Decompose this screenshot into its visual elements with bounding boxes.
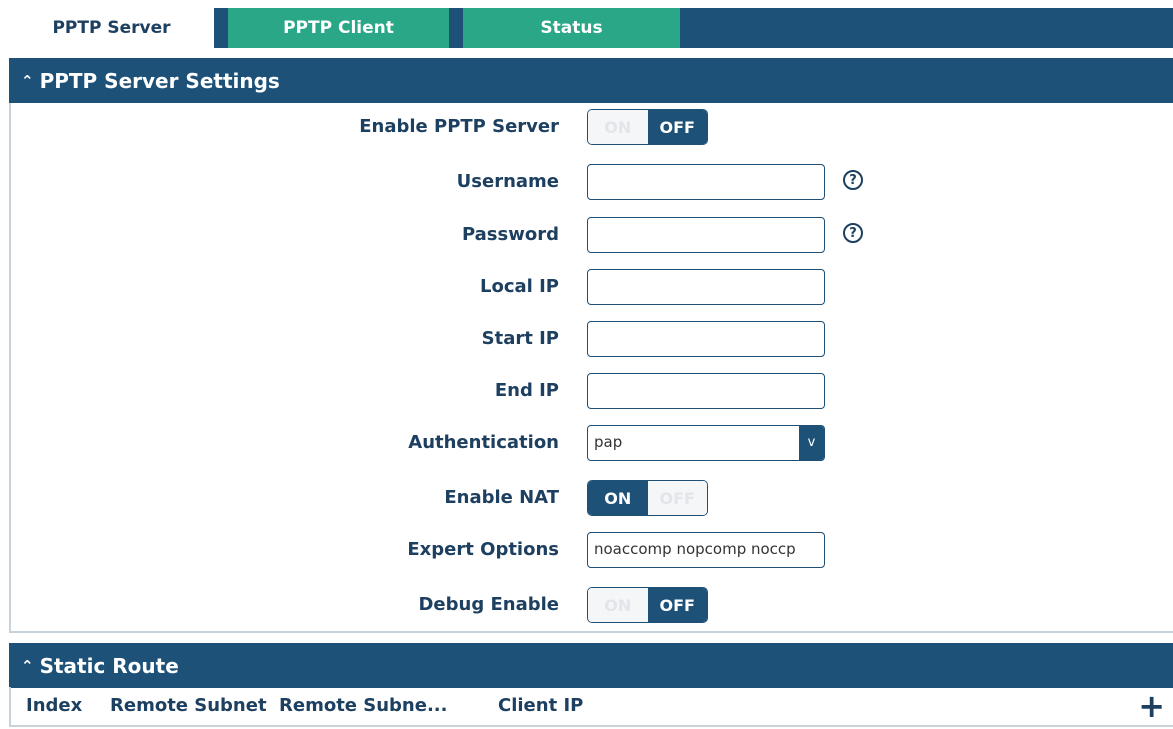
section-header-static-route[interactable]: ⌃ Static Route — [9, 643, 1173, 688]
row-username: Username ? — [0, 162, 1173, 202]
enable-nat-toggle[interactable]: ON OFF — [587, 480, 708, 516]
column-header-client-ip: Client IP — [498, 695, 584, 716]
start-ip-label: Start IP — [481, 328, 559, 349]
authentication-select[interactable]: pap v — [587, 425, 825, 461]
tab-status[interactable]: Status — [463, 8, 680, 48]
column-header-remote-subnet: Remote Subnet — [110, 695, 267, 716]
expert-options-label: Expert Options — [407, 539, 559, 560]
enable-pptp-server-toggle[interactable]: ON OFF — [587, 109, 708, 145]
toggle-on-option: ON — [588, 110, 648, 144]
local-ip-label: Local IP — [480, 276, 559, 297]
static-route-table-header: Index Remote Subnet Remote Subne... Clie… — [9, 687, 1173, 727]
section-header-server-settings[interactable]: ⌃ PPTP Server Settings — [9, 58, 1173, 103]
row-local-ip: Local IP — [0, 267, 1173, 307]
toggle-off-option: OFF — [647, 481, 707, 515]
row-authentication: Authentication pap v — [0, 423, 1173, 463]
toggle-on-option: ON — [588, 588, 648, 622]
row-password: Password ? — [0, 215, 1173, 255]
password-field[interactable] — [587, 217, 825, 253]
username-field[interactable] — [587, 164, 825, 200]
enable-nat-label: Enable NAT — [444, 487, 559, 508]
chevron-down-icon: v — [799, 426, 824, 460]
row-start-ip: Start IP — [0, 319, 1173, 359]
plus-icon[interactable]: + — [1138, 690, 1165, 722]
local-ip-field[interactable] — [587, 269, 825, 305]
end-ip-label: End IP — [494, 380, 559, 401]
chevron-up-icon: ⌃ — [21, 71, 34, 90]
username-label: Username — [456, 171, 559, 192]
tab-pptp-server[interactable]: PPTP Server — [9, 8, 214, 48]
end-ip-field[interactable] — [587, 373, 825, 409]
tab-bar: PPTP Server PPTP Client Status — [9, 8, 1173, 48]
question-circle-icon[interactable]: ? — [843, 170, 863, 190]
row-expert-options: Expert Options noaccomp nopcomp noccp — [0, 530, 1173, 570]
password-label: Password — [461, 224, 559, 245]
tab-pptp-client[interactable]: PPTP Client — [228, 8, 449, 48]
column-header-index: Index — [26, 695, 83, 716]
start-ip-field[interactable] — [587, 321, 825, 357]
debug-enable-toggle[interactable]: ON OFF — [587, 587, 708, 623]
enable-pptp-server-label: Enable PPTP Server — [359, 116, 559, 137]
toggle-on-option: ON — [588, 481, 648, 515]
authentication-value: pap — [594, 433, 623, 451]
toggle-off-option: OFF — [647, 588, 707, 622]
question-circle-icon[interactable]: ? — [843, 223, 863, 243]
chevron-up-icon: ⌃ — [21, 656, 34, 675]
column-header-remote-subnet-mask: Remote Subne... — [279, 695, 448, 716]
section-title: PPTP Server Settings — [39, 68, 280, 93]
debug-enable-label: Debug Enable — [418, 594, 559, 615]
row-enable-nat: Enable NAT ON OFF — [0, 478, 1173, 518]
row-enable-pptp-server: Enable PPTP Server ON OFF — [0, 107, 1173, 147]
row-debug-enable: Debug Enable ON OFF — [0, 585, 1173, 625]
expert-options-field[interactable]: noaccomp nopcomp noccp — [587, 532, 825, 568]
section-title: Static Route — [39, 653, 179, 678]
authentication-label: Authentication — [408, 432, 559, 453]
toggle-off-option: OFF — [647, 110, 707, 144]
row-end-ip: End IP — [0, 371, 1173, 411]
